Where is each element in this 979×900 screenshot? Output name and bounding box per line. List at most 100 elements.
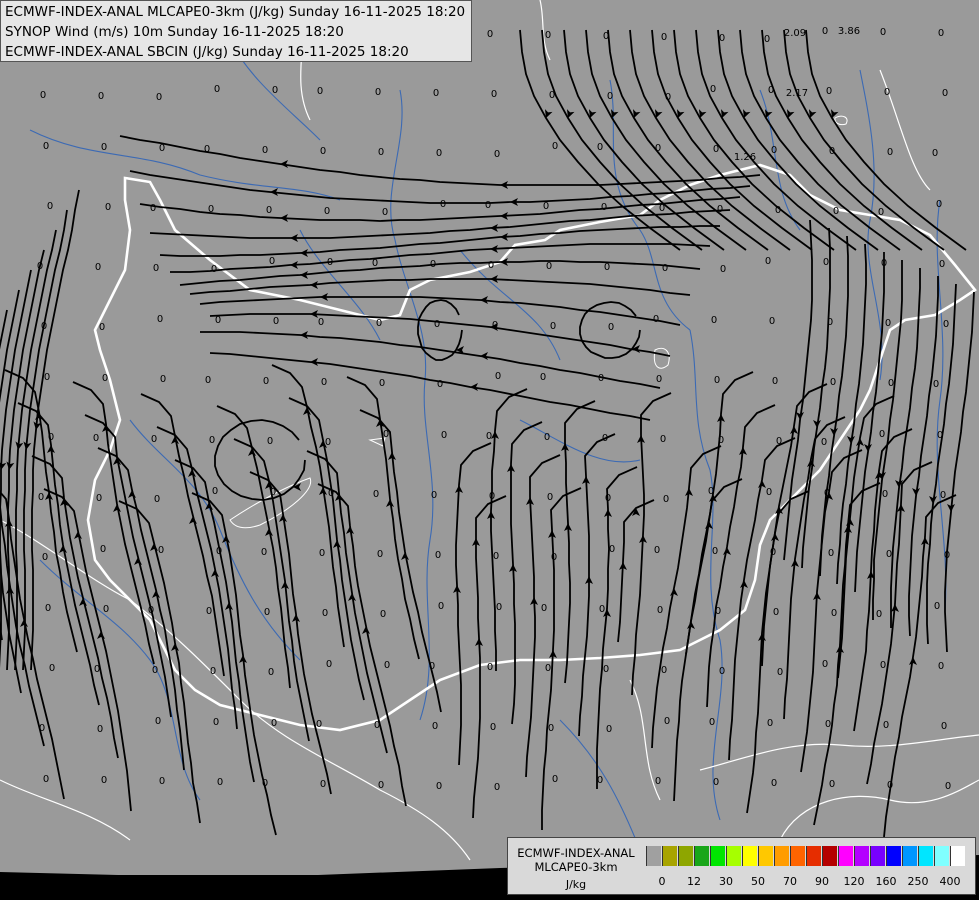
sbcin-value-label: 0 [49,663,55,674]
sbcin-value-label: 0 [487,662,493,673]
sbcin-value-label: 0 [607,91,613,102]
sbcin-value-label: 0 [712,546,718,557]
sbcin-value-label: 0 [945,781,951,792]
legend-swatch [902,846,917,866]
title-sbcin: ECMWF-INDEX-ANAL SBCIN (J/kg) Sunday 16-… [5,44,409,60]
sbcin-value-label: 0 [943,319,949,330]
sbcin-value-label: 0 [43,141,49,152]
legend-swatch [646,846,661,866]
sbcin-value-label: 0 [159,776,165,787]
sbcin-value-label: 0 [266,205,272,216]
sbcin-value-label: 0 [41,321,47,332]
legend-swatch [886,846,901,866]
sbcin-value-label: 0 [318,317,324,328]
sbcin-value-label: 0 [821,437,827,448]
sbcin-value-label: 0 [770,547,776,558]
sbcin-value-label: 0 [94,664,100,675]
sbcin-value-label: 0 [939,259,945,270]
sbcin-value-label: 0 [212,486,218,497]
sbcin-value-label: 0 [769,316,775,327]
legend-tick-label: 120 [843,875,865,888]
sbcin-value-label: 0 [714,375,720,386]
sbcin-value-label: 0 [264,607,270,618]
sbcin-value-label: 0 [597,775,603,786]
sbcin-value-label: 0 [377,549,383,560]
legend-swatch [854,846,869,866]
sbcin-value-label: 3.86 [838,26,860,37]
legend-swatch [774,846,789,866]
sbcin-value-label: 0 [552,141,558,152]
sbcin-value-label: 0 [833,206,839,217]
sbcin-value-label: 0 [661,32,667,43]
sbcin-value-label: 0 [156,92,162,103]
sbcin-value-label: 0 [262,145,268,156]
sbcin-value-label: 0 [215,315,221,326]
sbcin-value-label: 0 [941,721,947,732]
sbcin-value-label: 0 [382,207,388,218]
sbcin-value-label: 0 [887,780,893,791]
sbcin-value-label: 0 [496,602,502,613]
sbcin-value-label: 0 [713,144,719,155]
sbcin-value-label: 0 [100,544,106,555]
sbcin-value-label: 0 [261,547,267,558]
sbcin-value-label: 0 [718,435,724,446]
sbcin-value-label: 0 [766,487,772,498]
sbcin-value-label: 2.17 [786,88,808,99]
sbcin-value-label: 0 [934,601,940,612]
sbcin-value-label: 0 [771,145,777,156]
sbcin-value-label: 0 [487,29,493,40]
sbcin-value-label: 0 [494,149,500,160]
sbcin-value-label: 0 [433,88,439,99]
sbcin-value-label: 0 [154,494,160,505]
sbcin-value-label: 0 [93,433,99,444]
sbcin-value-label: 0 [657,605,663,616]
sbcin-value-label: 0 [601,202,607,213]
legend-tick-label: 70 [783,875,797,888]
sbcin-value-label: 0 [656,374,662,385]
sbcin-value-label: 0 [492,320,498,331]
sbcin-value-label: 0 [881,258,887,269]
sbcin-value-label: 0 [831,608,837,619]
title-mlcape: ECMWF-INDEX-ANAL MLCAPE0-3km (J/kg) Sund… [5,4,466,20]
sbcin-value-label: 0 [152,665,158,676]
sbcin-value-label: 0 [608,322,614,333]
sbcin-value-label: 0 [944,550,950,561]
sbcin-value-label: 0 [270,487,276,498]
sbcin-value-label: 0 [37,261,43,272]
sbcin-value-label: 0 [378,147,384,158]
sbcin-value-label: 0 [602,433,608,444]
sbcin-value-label: 0 [552,774,558,785]
sbcin-value-label: 0 [435,550,441,561]
sbcin-value-label: 0 [485,200,491,211]
sbcin-value-label: 0 [158,545,164,556]
legend-swatch [790,846,805,866]
sbcin-value-label: 0 [719,666,725,677]
sbcin-value-label: 0 [830,377,836,388]
sbcin-value-label: 0 [549,90,555,101]
sbcin-value-label: 0 [273,316,279,327]
sbcin-value-label: 0 [440,199,446,210]
sbcin-value-label: 0 [659,203,665,214]
sbcin-value-label: 0 [95,262,101,273]
legend-tick-label: 400 [939,875,961,888]
sbcin-value-label: 0 [269,256,275,267]
sbcin-value-label: 0 [771,778,777,789]
sbcin-value-label: 0 [604,262,610,273]
sbcin-value-label: 0 [828,548,834,559]
sbcin-value-label: 0 [437,379,443,390]
sbcin-value-label: 0 [772,376,778,387]
sbcin-value-label: 0 [150,203,156,214]
legend-swatch [806,846,821,866]
title-synop-wind: SYNOP Wind (m/s) 10m Sunday 16-11-2025 1… [5,24,344,40]
sbcin-value-label: 0 [940,490,946,501]
legend-swatch [742,846,757,866]
sbcin-value-label: 0 [429,661,435,672]
sbcin-value-label: 0 [550,321,556,332]
sbcin-value-label: 0 [884,87,890,98]
sbcin-value-label: 0 [773,607,779,618]
sbcin-value-label: 0 [546,261,552,272]
sbcin-value-label: 0 [655,776,661,787]
sbcin-value-label: 0 [598,373,604,384]
legend-unit: J/kg [565,878,587,891]
sbcin-value-label: 0 [43,774,49,785]
